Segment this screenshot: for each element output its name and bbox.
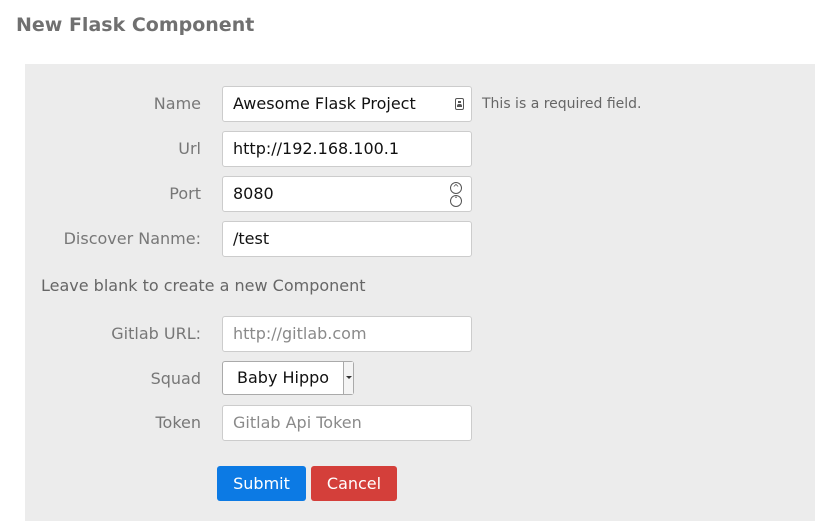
port-value: 8080 xyxy=(233,184,274,203)
url-input[interactable]: http://192.168.100.1 xyxy=(222,131,472,167)
discover-label: Discover Nanme: xyxy=(63,229,201,248)
new-component-note: Leave blank to create a new Component xyxy=(41,276,366,295)
submit-button[interactable]: Submit xyxy=(217,466,306,501)
url-row: Url http://192.168.100.1 xyxy=(25,131,815,167)
name-value: Awesome Flask Project xyxy=(233,94,416,113)
name-input[interactable]: Awesome Flask Project xyxy=(222,86,472,122)
name-row: Name Awesome Flask Project This is a req… xyxy=(25,86,815,122)
contact-card-icon[interactable] xyxy=(455,98,464,110)
gitlab-url-row: Gitlab URL: http://gitlab.com xyxy=(25,316,815,352)
chevron-up-icon[interactable]: ^ xyxy=(450,182,462,194)
squad-label: Squad xyxy=(150,369,201,388)
squad-selected-value: Baby Hippo xyxy=(237,368,330,387)
port-label: Port xyxy=(169,184,201,203)
cancel-button[interactable]: Cancel xyxy=(311,466,397,501)
port-row: Port 8080 ^ ˇ xyxy=(25,176,815,212)
port-spinner[interactable]: ^ ˇ xyxy=(450,182,462,208)
squad-select[interactable]: Baby Hippo xyxy=(222,361,354,395)
gitlab-url-label: Gitlab URL: xyxy=(111,324,201,343)
port-input[interactable]: 8080 ^ ˇ xyxy=(222,176,472,212)
caret-down-icon[interactable] xyxy=(343,362,353,394)
token-input[interactable]: Gitlab Api Token xyxy=(222,405,472,441)
squad-row: Squad Baby Hippo xyxy=(25,361,815,397)
url-label: Url xyxy=(178,139,201,158)
name-help-text: This is a required field. xyxy=(482,96,642,112)
gitlab-url-input[interactable]: http://gitlab.com xyxy=(222,316,472,352)
name-label: Name xyxy=(153,94,201,113)
chevron-down-icon[interactable]: ˇ xyxy=(450,195,462,207)
discover-name-input[interactable]: /test xyxy=(222,221,472,257)
component-form: Name Awesome Flask Project This is a req… xyxy=(25,64,815,521)
token-row: Token Gitlab Api Token xyxy=(25,405,815,441)
token-label: Token xyxy=(155,413,201,432)
discover-row: Discover Nanme: /test xyxy=(25,221,815,257)
page-title: New Flask Component xyxy=(16,14,255,36)
